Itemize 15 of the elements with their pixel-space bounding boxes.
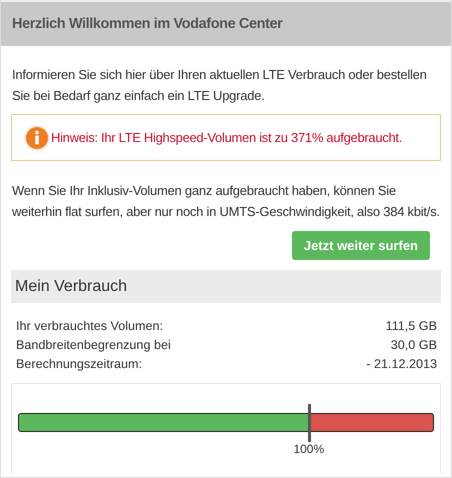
info-icon	[24, 124, 50, 150]
notice-text: Hinweis: Ihr LTE Highspeed-Volumen ist zu 371% aufgebraucht.	[51, 130, 402, 145]
row-label: Berechnungszeitraum:	[16, 356, 142, 373]
section-title: Mein Verbrauch	[15, 278, 128, 296]
row-value: 111,5 GB	[386, 318, 437, 335]
intro-text: Informieren Sie sich hier über Ihren aktuellen LTE Verbrauch oder bestellen Sie bei Bedarf ganz einfach ein LTE Upgrade.	[12, 66, 428, 105]
page-title: Herzlich Willkommen im Vodafone Center	[12, 16, 282, 32]
marker-label: 100%	[293, 442, 324, 456]
row-value: - 21.12.2013	[366, 356, 437, 373]
meter-marker	[308, 404, 311, 442]
surf-button[interactable]: Jetzt weiter surfen	[292, 231, 430, 260]
info-text: Wenn Sie Ihr Inklusiv-Volumen ganz aufgebraucht haben, können Sie weiterhin flat surfen, aber nur noch in UMTS-Geschwindigkeit, also 384 kbit/s.	[12, 182, 441, 221]
row-label: Bandbreitenbegrenzung bei	[16, 337, 171, 354]
row-value: 30,0 GB	[390, 337, 437, 354]
row-label: Ihr verbrauchtes Volumen:	[16, 318, 164, 335]
